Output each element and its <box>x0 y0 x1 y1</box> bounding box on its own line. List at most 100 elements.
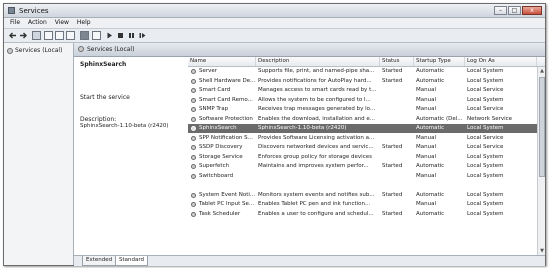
table-row[interactable]: Task Scheduler Enables a user to configur… <box>188 210 537 219</box>
column-header-log-on-as[interactable]: Log On As <box>465 57 537 66</box>
cell-description: Discovers networked devices and servic..… <box>258 144 374 150</box>
table-row[interactable]: System Event Noti... Monitors system even… <box>188 191 537 200</box>
cell-log-on-as: Local Service <box>467 106 504 112</box>
back-arrow-icon[interactable] <box>8 31 17 40</box>
menu-help[interactable]: Help <box>77 18 91 28</box>
menu-action[interactable]: Action <box>28 18 47 28</box>
view-icon[interactable] <box>92 31 101 40</box>
table-row[interactable]: Tablet PC Input Se... Enables Tablet PC p… <box>188 200 537 209</box>
column-header-startup-type[interactable]: Startup Type <box>414 57 465 66</box>
table-row[interactable]: SSDP Discovery Discovers networked device… <box>188 143 537 152</box>
cell-description: Enables Tablet PC pen and ink function..… <box>258 201 371 207</box>
cell-description: Enables a user to configure and schedul.… <box>258 210 374 217</box>
start-service-link[interactable]: Start the service <box>80 94 130 101</box>
cell-log-on-as: Local System <box>467 163 504 169</box>
scroll-down-icon[interactable]: ▼ <box>539 248 545 254</box>
maximize-button[interactable]: □ <box>508 6 521 15</box>
cell-log-on-as: Local System <box>467 96 504 103</box>
table-row[interactable]: Software Protection Enables the download,… <box>188 115 537 124</box>
vertical-scrollbar[interactable]: ▲ ▼ <box>537 67 545 255</box>
cell-description: SphinxSearch-1.10-beta (r2420) <box>258 125 347 131</box>
tree-node-label: Services (Local) <box>15 47 63 54</box>
cell-log-on-as: Local System <box>467 210 504 217</box>
cell-status <box>382 105 414 114</box>
service-gear-icon <box>191 69 196 74</box>
restart-icon[interactable] <box>138 31 147 40</box>
console-tree: Services (Local) <box>4 43 74 265</box>
play-icon[interactable] <box>105 31 114 40</box>
column-header-description[interactable]: Description <box>256 57 380 66</box>
cell-status <box>382 134 414 143</box>
cell-status <box>382 172 414 181</box>
cell-description: Maintains and improves system perfor... <box>258 163 369 169</box>
table-row[interactable]: SNMP Trap Receives trap messages generate… <box>188 105 537 114</box>
stop-icon[interactable] <box>116 31 125 40</box>
table-row[interactable] <box>188 181 537 190</box>
cell-log-on-as: Local Service <box>467 144 504 150</box>
table-row[interactable]: Server Supports file, print, and named-pi… <box>188 67 537 76</box>
description-label: Description: <box>80 116 117 123</box>
show-hide-console-tree-icon[interactable] <box>32 31 41 40</box>
column-header-row: Name Description Status Startup Type Log… <box>188 57 545 67</box>
cell-log-on-as: Local System <box>467 201 504 207</box>
table-row[interactable]: Superfetch Maintains and improves system … <box>188 162 537 171</box>
cell-description: Provides Software Licensing activation a… <box>258 134 375 141</box>
cell-startup-type: Manual <box>416 106 436 112</box>
cell-description: Receives trap messages generated by lo..… <box>258 106 376 112</box>
service-gear-icon <box>191 88 196 93</box>
help-icon[interactable] <box>80 31 89 40</box>
pane-header-title: Services (Local) <box>87 46 135 53</box>
cell-name: Tablet PC Input Se... <box>199 201 255 207</box>
cell-log-on-as: Local Service <box>467 134 504 141</box>
cell-status: Started <box>382 191 403 198</box>
tab-extended[interactable]: Extended <box>82 256 117 266</box>
cell-log-on-as: Local System <box>467 77 504 84</box>
table-row[interactable]: Smart Card Manages access to smart cards … <box>188 86 537 95</box>
gear-icon <box>78 46 84 52</box>
forward-arrow-icon[interactable] <box>19 31 28 40</box>
close-button[interactable]: x <box>522 6 542 15</box>
service-gear-icon <box>191 211 196 217</box>
minimize-button[interactable]: – <box>494 6 507 15</box>
pane-header: Services (Local) <box>74 43 545 57</box>
column-header-status[interactable]: Status <box>380 57 414 66</box>
cell-status <box>382 153 414 162</box>
service-gear-icon <box>191 192 196 198</box>
view-tabs: Extended Standard <box>74 255 545 266</box>
table-row[interactable]: SPP Notification S... Provides Software L… <box>188 134 537 143</box>
cell-name: System Event Noti... <box>199 191 255 198</box>
menu-view[interactable]: View <box>55 18 69 28</box>
tab-standard[interactable]: Standard <box>115 256 149 266</box>
cell-name: Smart Card Remo... <box>199 96 253 103</box>
cell-status <box>382 115 414 124</box>
service-gear-icon <box>191 135 196 141</box>
scroll-up-icon[interactable]: ▲ <box>539 68 545 74</box>
cell-status: Started <box>382 144 403 150</box>
menu-file[interactable]: File <box>10 18 20 28</box>
table-row[interactable]: Shell Hardware De... Provides notificatio… <box>188 77 537 86</box>
table-row[interactable]: SphinxSearch SphinxSearch-1.10-beta (r242… <box>188 124 537 133</box>
scrollbar-thumb[interactable] <box>539 77 545 177</box>
table-row[interactable]: Storage Service Enforces group policy for… <box>188 153 537 162</box>
cell-description: Enables the download, installation and e… <box>258 115 376 122</box>
table-row[interactable]: Switchboard Manual Local System <box>188 172 537 181</box>
tree-node-services-local[interactable]: Services (Local) <box>7 47 62 54</box>
cell-startup-type <box>416 181 465 190</box>
cell-log-on-as: Local System <box>467 153 504 160</box>
properties-icon[interactable] <box>44 31 53 40</box>
window-title: Services <box>19 7 49 15</box>
menu-bar: File Action View Help <box>4 18 545 29</box>
services-app-icon <box>8 7 15 14</box>
cell-name: Server <box>199 68 218 74</box>
refresh-icon[interactable] <box>55 31 64 40</box>
service-gear-icon <box>191 202 196 207</box>
cell-name: Shell Hardware De... <box>199 77 255 84</box>
pause-icon[interactable] <box>127 31 136 40</box>
export-list-icon[interactable] <box>66 31 75 40</box>
cell-status: Started <box>382 210 403 217</box>
service-gear-icon <box>191 107 196 112</box>
column-header-name[interactable]: Name <box>188 57 256 66</box>
title-bar[interactable]: Services – □ x <box>4 4 545 18</box>
table-row[interactable]: Smart Card Remo... Allows the system to b… <box>188 96 537 105</box>
cell-startup-type: Manual <box>416 134 436 141</box>
